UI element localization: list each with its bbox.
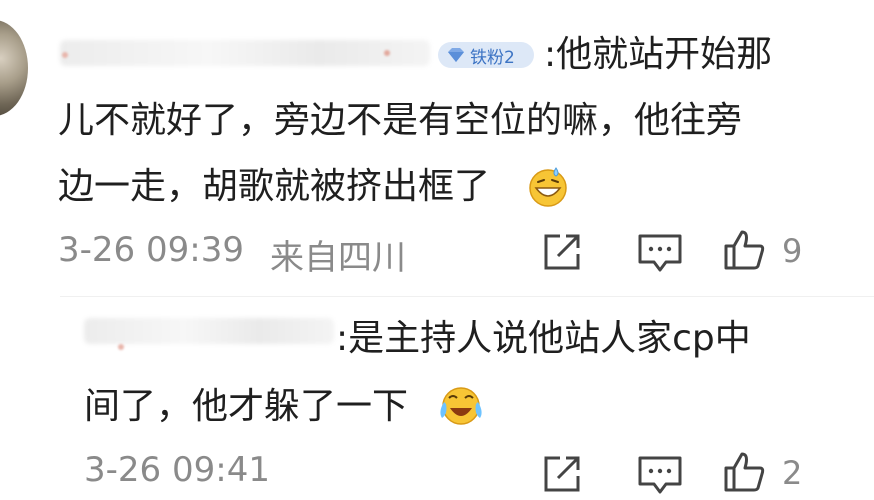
- username-blur-fragment: [62, 52, 68, 58]
- divider: [60, 296, 874, 297]
- reply-username-blur-fragment: [118, 344, 124, 350]
- reply-timestamp: 3-26 09:41: [84, 450, 270, 490]
- reply-like-count: 2: [782, 454, 803, 492]
- username-blurred[interactable]: [60, 40, 430, 66]
- avatar[interactable]: [0, 20, 28, 116]
- reply-text-line-1: :是主持人说他站人家cp中: [336, 318, 751, 359]
- share-icon[interactable]: [540, 452, 584, 496]
- reply-text-line-2: 间了，他才躲了一下: [84, 386, 409, 427]
- comment-location: 来自四川: [270, 238, 406, 278]
- comment-text-line-2: 儿不就好了，旁边不是有空位的嘛，他往旁: [58, 100, 743, 141]
- comment-like-count: 9: [782, 232, 803, 270]
- comment-icon[interactable]: [636, 230, 684, 274]
- comment-text-line-1: :他就站开始那: [544, 34, 773, 75]
- fan-badge-label: 铁粉2: [470, 47, 515, 68]
- comment-timestamp: 3-26 09:39: [58, 230, 244, 270]
- comment-icon[interactable]: [636, 452, 684, 496]
- diamond-icon: [448, 48, 464, 62]
- fan-badge: 铁粉2: [438, 42, 534, 68]
- share-icon[interactable]: [540, 230, 584, 274]
- grin-sweat-emoji-icon: [529, 167, 567, 207]
- thumbs-up-icon[interactable]: [722, 450, 766, 494]
- laugh-cry-emoji-icon: [440, 387, 482, 425]
- comment-text-line-3: 边一走，胡歌就被挤出框了: [58, 158, 490, 216]
- reply-username-blurred[interactable]: [84, 318, 334, 344]
- thumbs-up-icon[interactable]: [722, 228, 766, 272]
- username-blur-fragment: [384, 50, 390, 56]
- comment-text-line-3-content: 边一走，胡歌就被挤出框了: [58, 166, 491, 207]
